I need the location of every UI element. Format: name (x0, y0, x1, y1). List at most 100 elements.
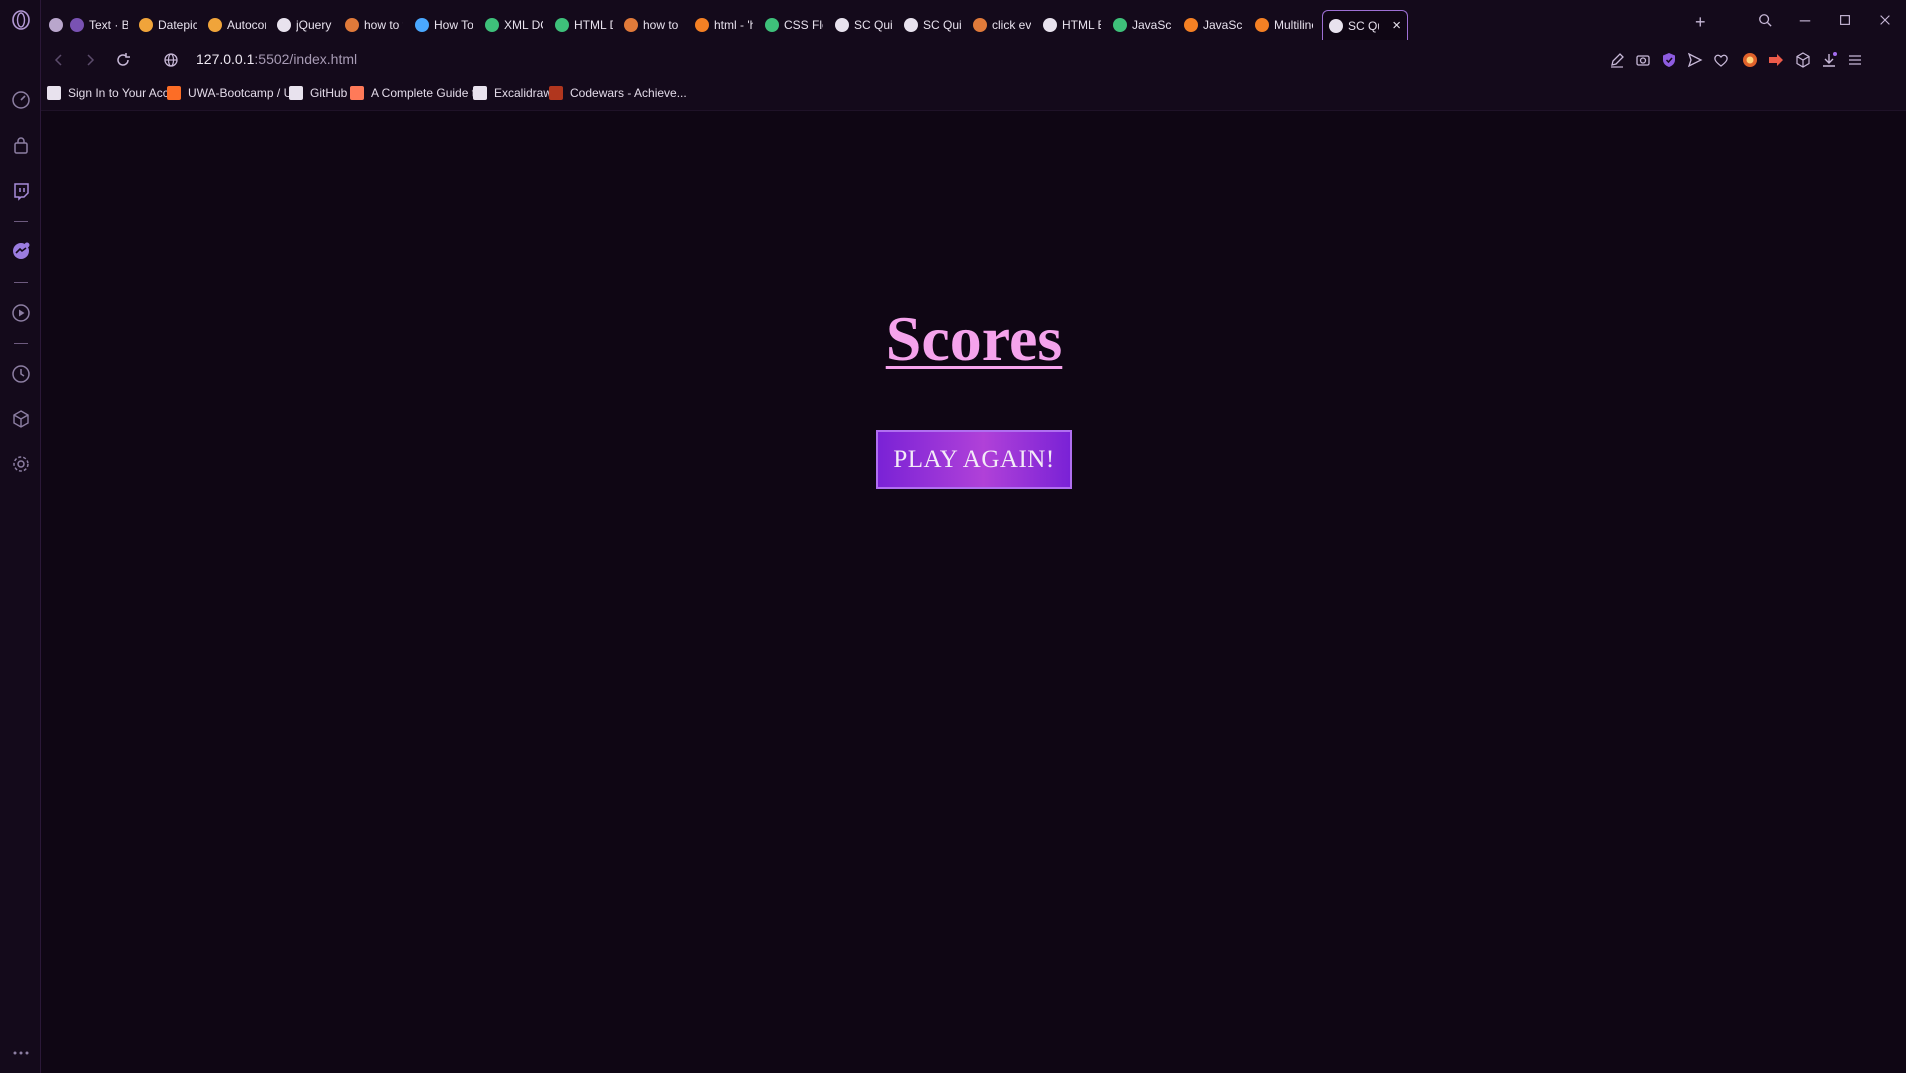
site-info-globe-icon[interactable] (161, 50, 181, 70)
tab[interactable]: XML DOM (485, 10, 543, 40)
history-icon[interactable] (10, 363, 32, 385)
back-icon[interactable] (49, 50, 69, 70)
bookmark-label: UWA-Bootcamp / U... (188, 86, 303, 100)
tab[interactable]: JavaScrip (1113, 10, 1171, 40)
downloads-icon[interactable] (1820, 51, 1838, 69)
globe-icon (904, 18, 918, 32)
tab[interactable]: jQuery UI (277, 10, 335, 40)
close-tab-icon[interactable]: × (1392, 17, 1401, 34)
gamepad-icon (49, 18, 63, 32)
tab[interactable]: CSS Flexb (765, 10, 823, 40)
codewars-icon (549, 86, 563, 100)
tab[interactable]: how to m (624, 10, 682, 40)
tab-label: how to m (643, 18, 682, 32)
address-field[interactable]: 127.0.0.1:5502/index.html (196, 51, 357, 67)
tab-label: click even (992, 18, 1031, 32)
close-window-icon[interactable] (1873, 8, 1897, 32)
bookmark-heart-icon[interactable] (1712, 51, 1730, 69)
tab-label: How To T (434, 18, 473, 32)
opera-logo-icon[interactable] (10, 9, 32, 31)
tab-label: HTML DO (574, 18, 613, 32)
tab-label: Datepicke (158, 18, 197, 32)
tab-label: html - 'hi (714, 18, 753, 32)
jquery-ui-icon (208, 18, 222, 32)
bootstrap-icon (70, 18, 84, 32)
twitch-icon[interactable] (10, 180, 32, 202)
flow-extension-icon[interactable] (1767, 51, 1785, 69)
stackoverflow-icon (695, 18, 709, 32)
play-again-button[interactable]: PLAY AGAIN! (876, 430, 1072, 489)
extensions-icon[interactable] (1794, 51, 1812, 69)
page-viewport: Scores PLAY AGAIN! (42, 112, 1906, 1073)
address-bar-row: 127.0.0.1:5502/index.html (41, 41, 1906, 79)
bookmark-item[interactable]: GitHub (289, 86, 347, 100)
stackoverflow-icon (1184, 18, 1198, 32)
gitlab-icon (167, 86, 181, 100)
sidebar-separator (14, 343, 28, 344)
bookmark-item[interactable]: A Complete Guide t... (350, 86, 485, 100)
tab[interactable]: Datepicke (139, 10, 197, 40)
tab[interactable] (49, 10, 67, 40)
tab[interactable]: HTML Bu (1043, 10, 1101, 40)
snapshot-camera-icon[interactable] (1634, 51, 1652, 69)
brave-extension-icon[interactable] (1741, 51, 1759, 69)
browser-window: Text · Boo Datepicke Autocom jQuery UI how t… (0, 0, 1906, 1073)
bookmark-item[interactable]: Sign In to Your Acc... (47, 86, 179, 100)
minimize-icon[interactable] (1793, 8, 1817, 32)
extensions-cube-icon[interactable] (10, 408, 32, 430)
bookmark-label: Codewars - Achieve... (570, 86, 687, 100)
bookmarks-bar: Sign In to Your Acc... UWA-Bootcamp / U..… (41, 79, 1906, 111)
vpn-shield-icon[interactable] (1660, 51, 1678, 69)
tab[interactable]: Autocom (208, 10, 266, 40)
new-tab-button[interactable]: + (1695, 12, 1706, 33)
bookmark-label: A Complete Guide t... (371, 86, 486, 100)
tab[interactable]: click even (973, 10, 1031, 40)
tab-label: jQuery UI (296, 18, 335, 32)
speed-dial-icon[interactable] (10, 89, 32, 111)
excalidraw-icon (473, 86, 487, 100)
tab[interactable]: JavaScrip (1184, 10, 1242, 40)
tab[interactable]: html - 'hi (695, 10, 753, 40)
duckduckgo-icon (624, 18, 638, 32)
forward-icon[interactable] (80, 50, 100, 70)
tab[interactable]: Multiline (1255, 10, 1313, 40)
tab-label: SC Quiz (923, 18, 962, 32)
bookmark-label: Excalidraw (494, 86, 553, 100)
tab-label: XML DOM (504, 18, 543, 32)
tab[interactable]: HTML DO (555, 10, 613, 40)
reload-icon[interactable] (113, 50, 133, 70)
globe-icon (1329, 18, 1343, 33)
easy-setup-menu-icon[interactable] (1846, 51, 1864, 69)
edit-icon[interactable] (1608, 51, 1626, 69)
duckduckgo-icon (345, 18, 359, 32)
tab[interactable]: how to tr (345, 10, 403, 40)
w3schools-icon (1113, 18, 1127, 32)
settings-gear-icon[interactable] (10, 453, 32, 475)
bookmark-label: GitHub (310, 86, 348, 100)
duckduckgo-icon (973, 18, 987, 32)
tab[interactable]: Text · Boo (70, 10, 128, 40)
sidebar-separator (14, 221, 28, 222)
messenger-icon[interactable] (10, 240, 32, 262)
bookmark-item[interactable]: Codewars - Achieve... (549, 86, 687, 100)
bookmark-item[interactable]: Excalidraw (473, 86, 552, 100)
jquery-ui-icon (139, 18, 153, 32)
maximize-icon[interactable] (1833, 8, 1857, 32)
bag-icon[interactable] (10, 135, 32, 157)
stackoverflow-icon (1255, 18, 1269, 32)
tab-active[interactable]: SC Qu × (1322, 10, 1408, 40)
player-icon[interactable] (10, 302, 32, 324)
more-options-icon[interactable] (10, 1042, 32, 1064)
w3schools-icon (765, 18, 779, 32)
url-host: 127.0.0.1 (196, 51, 255, 67)
opera-sidebar (0, 0, 41, 1073)
tab[interactable]: How To T (415, 10, 473, 40)
page-title: Scores (885, 303, 1063, 374)
tab[interactable]: SC Quiz (904, 10, 962, 40)
tab-label: Autocom (227, 18, 266, 32)
bookmark-item[interactable]: UWA-Bootcamp / U... (167, 86, 302, 100)
sidebar-separator (14, 282, 28, 283)
tab[interactable]: SC Quiz (835, 10, 893, 40)
search-tabs-icon[interactable] (1753, 8, 1777, 32)
send-icon[interactable] (1686, 51, 1704, 69)
